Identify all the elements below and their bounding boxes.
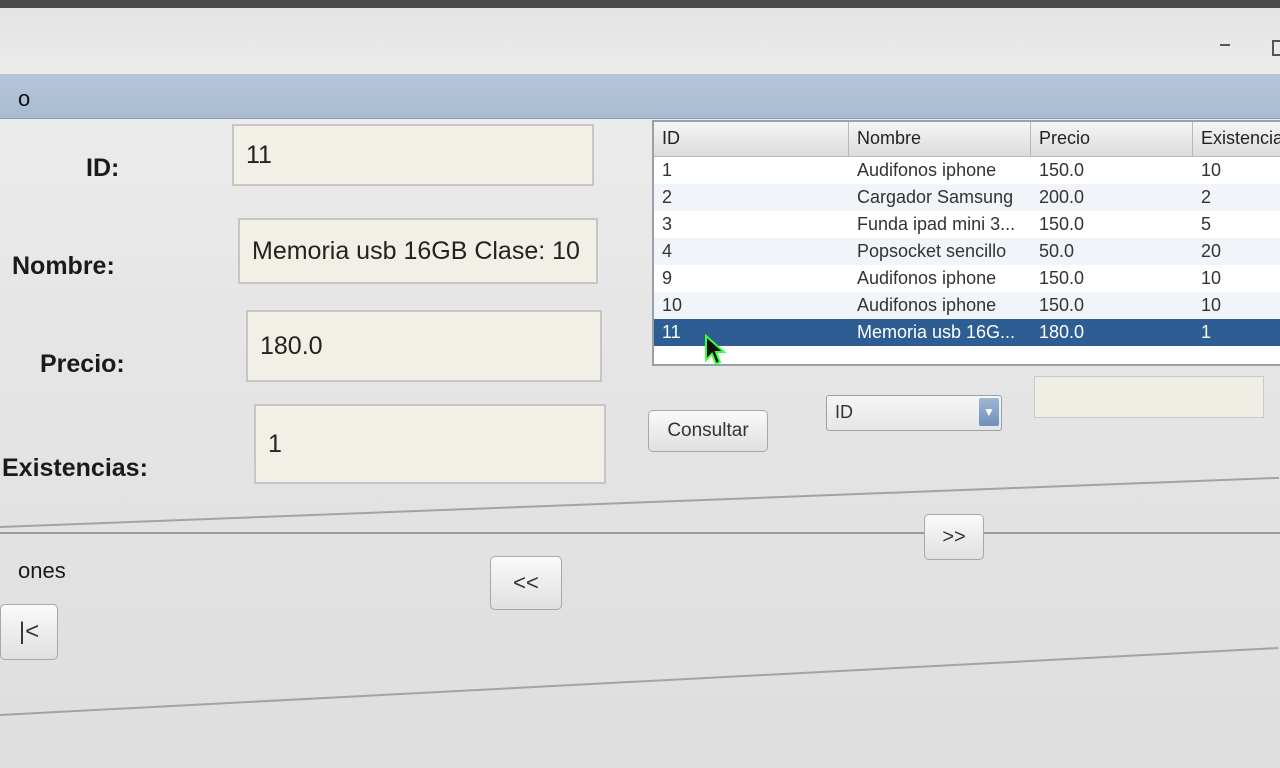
cell-nombre: Memoria usb 16G... (857, 322, 1016, 342)
cell-id: 11 (662, 322, 681, 342)
cell-existencia: 2 (1201, 187, 1212, 207)
column-header-id[interactable]: ID (654, 122, 849, 156)
cell-precio: 200.0 (1039, 187, 1085, 207)
existencias-label: Existencias: (2, 454, 148, 482)
cell-id: 4 (662, 241, 673, 261)
column-header-precio[interactable]: Precio (1031, 122, 1193, 156)
chevron-down-icon[interactable]: ▼ (979, 398, 999, 426)
products-table[interactable]: ID Nombre Precio Existencia 1 Audifonos i… (652, 120, 1280, 366)
cell-existencia: 5 (1201, 214, 1212, 234)
nombre-label: Nombre: (12, 252, 115, 280)
cell-id: 2 (662, 187, 673, 207)
column-header-existencia[interactable]: Existencia (1193, 122, 1280, 156)
cell-existencia: 10 (1201, 268, 1222, 288)
maximize-icon[interactable] (1272, 40, 1280, 56)
cell-existencia: 10 (1201, 160, 1222, 180)
field-select[interactable]: ID ▼ (826, 395, 1002, 431)
id-label: ID: (86, 154, 120, 182)
table-row[interactable]: 3 Funda ipad mini 3... 150.0 5 (654, 211, 1280, 238)
cell-id: 3 (662, 214, 673, 234)
cell-precio: 180.0 (1039, 322, 1085, 342)
cell-nombre: Audifonos iphone (857, 160, 997, 180)
table-header: ID Nombre Precio Existencia (654, 122, 1280, 157)
table-row[interactable]: 2 Cargador Samsung 200.0 2 (654, 184, 1280, 211)
table-row[interactable]: 4 Popsocket sencillo 50.0 20 (654, 238, 1280, 265)
first-record-button[interactable]: |< (0, 604, 58, 660)
cell-nombre: Cargador Samsung (857, 187, 1014, 207)
table-row[interactable]: 9 Audifonos iphone 150.0 10 (654, 265, 1280, 292)
search-input[interactable] (1034, 376, 1264, 418)
form-panel-title: o (18, 86, 31, 111)
cell-id: 10 (662, 295, 683, 315)
cell-existencia: 10 (1201, 295, 1222, 315)
minimize-icon[interactable] (1220, 44, 1230, 46)
cell-precio: 150.0 (1039, 295, 1085, 315)
cell-precio: 150.0 (1039, 268, 1085, 288)
title-bar (0, 8, 1280, 74)
table-row[interactable]: 1 Audifonos iphone 150.0 10 (654, 157, 1280, 184)
table-body: 1 Audifonos iphone 150.0 10 2 Cargador Samsun… (654, 157, 1280, 346)
cell-nombre: Funda ipad mini 3... (857, 214, 1016, 234)
cell-existencia: 20 (1201, 241, 1222, 261)
previous-record-button[interactable]: << (490, 556, 562, 610)
cell-id: 1 (662, 160, 673, 180)
field-select-value: ID (835, 402, 853, 422)
cell-id: 9 (662, 268, 673, 288)
table-row[interactable]: 11 Memoria usb 16G... 180.0 1 (654, 319, 1280, 346)
cell-nombre: Audifonos iphone (857, 295, 997, 315)
next-record-button[interactable]: >> (924, 514, 984, 560)
existencias-field[interactable]: 1 (254, 404, 606, 484)
table-row[interactable]: 10 Audifonos iphone 150.0 10 (654, 292, 1280, 319)
precio-label: Precio: (40, 350, 125, 378)
cell-precio: 50.0 (1039, 241, 1075, 261)
column-header-nombre[interactable]: Nombre (849, 122, 1031, 156)
precio-field[interactable]: 180.0 (246, 310, 602, 382)
cell-precio: 150.0 (1039, 214, 1085, 234)
cell-precio: 150.0 (1039, 160, 1085, 180)
cell-existencia: 1 (1201, 322, 1212, 342)
consultar-button[interactable]: Consultar (648, 410, 768, 452)
nombre-field[interactable]: Memoria usb 16GB Clase: 10 (238, 218, 598, 284)
navigation-section-title: ones (18, 558, 66, 583)
cell-nombre: Audifonos iphone (857, 268, 997, 288)
id-field[interactable]: 11 (232, 124, 594, 186)
cell-nombre: Popsocket sencillo (857, 241, 1007, 261)
